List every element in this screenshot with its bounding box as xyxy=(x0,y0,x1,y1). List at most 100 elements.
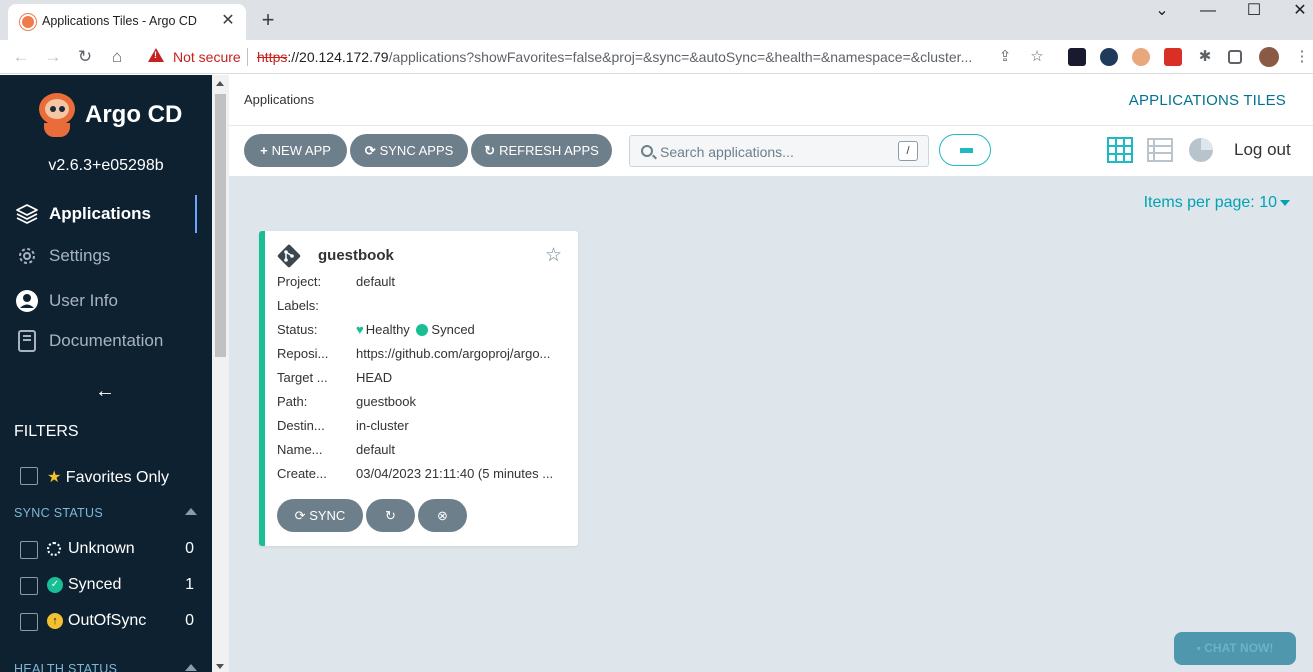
check-circle-icon xyxy=(416,324,429,336)
browser-tab-bar: Applications Tiles - Argo CD ✕ + ⌄ — ☐ ✕ xyxy=(0,0,1313,40)
field-path: Path: guestbook xyxy=(277,394,416,409)
filters-title: FILTERS xyxy=(14,423,79,440)
sidebar-item-documentation[interactable]: Documentation xyxy=(0,322,197,360)
collapse-caret-icon[interactable] xyxy=(185,508,197,515)
collapse-sidebar-arrow-icon[interactable]: ← xyxy=(94,380,116,402)
page-title: APPLICATIONS TILES xyxy=(1128,92,1286,109)
app-name[interactable]: guestbook xyxy=(318,247,394,264)
favorites-checkbox[interactable] xyxy=(20,467,38,485)
tiles-view-icon[interactable] xyxy=(1107,137,1133,163)
ruler-icon xyxy=(960,148,973,153)
sync-apps-button[interactable]: ⟳ SYNC APPS xyxy=(350,134,468,167)
extension-3-icon[interactable] xyxy=(1132,48,1150,66)
filter-count: 1 xyxy=(185,576,194,593)
close-circle-icon: ⊗ xyxy=(437,508,448,523)
filters-toggle-button[interactable] xyxy=(939,134,991,166)
items-per-page-dropdown[interactable]: Items per page: 10 xyxy=(1144,194,1290,212)
arrow-up-circle-icon: ↑ xyxy=(47,613,63,629)
field-repository: Reposi... https://github.com/argoproj/arg… xyxy=(277,346,551,361)
plus-icon: + xyxy=(260,143,268,158)
minimize-icon[interactable]: — xyxy=(1198,2,1218,20)
react-devtools-icon[interactable] xyxy=(1100,48,1118,66)
sync-status-title: SYNC STATUS xyxy=(14,506,103,520)
extensions-puzzle-icon[interactable]: ✱ xyxy=(1196,48,1214,66)
star-icon: ★ xyxy=(47,469,62,486)
not-secure-label[interactable]: Not secure xyxy=(173,49,241,65)
filter-count: 0 xyxy=(185,612,194,629)
filter-synced[interactable]: ✓ Synced 1 xyxy=(0,574,212,598)
sidebar-item-label: Settings xyxy=(49,246,111,265)
maximize-icon[interactable]: ☐ xyxy=(1244,2,1264,20)
sidebar: Argo CD v2.6.3+e05298b Applications Sett… xyxy=(0,75,212,672)
collapse-caret-icon[interactable] xyxy=(185,664,197,671)
book-icon xyxy=(18,330,36,352)
git-icon xyxy=(277,244,301,268)
summary-pie-icon[interactable] xyxy=(1188,137,1214,163)
filter-checkbox[interactable] xyxy=(20,541,38,559)
sync-icon: ⟳ xyxy=(364,143,376,158)
filter-label: Synced xyxy=(68,576,122,593)
reload-icon[interactable]: ↻ xyxy=(73,45,97,69)
sidebar-item-label: User Info xyxy=(49,291,118,310)
page-header: Applications APPLICATIONS TILES xyxy=(229,75,1313,126)
delete-button[interactable]: ⊗ xyxy=(418,499,467,532)
search-icon xyxy=(641,145,653,157)
filter-outofsync[interactable]: ↑ OutOfSync 0 xyxy=(0,610,212,634)
search-input[interactable] xyxy=(660,142,890,162)
sidebar-item-user-info[interactable]: User Info xyxy=(0,282,197,320)
new-tab-button[interactable]: + xyxy=(256,8,280,32)
gear-icon xyxy=(19,248,35,264)
tab-title: Applications Tiles - Argo CD xyxy=(42,14,197,28)
refresh-apps-button[interactable]: ↻ REFRESH APPS xyxy=(471,134,612,167)
pdf-extension-icon[interactable] xyxy=(1164,48,1182,66)
brand-name: Argo CD xyxy=(85,101,183,128)
filter-label: Unknown xyxy=(68,540,135,557)
list-view-icon[interactable] xyxy=(1147,137,1173,163)
logout-link[interactable]: Log out xyxy=(1234,140,1291,160)
profile-avatar[interactable] xyxy=(1259,47,1279,67)
new-app-button[interactable]: + NEW APP xyxy=(244,134,347,167)
breadcrumb[interactable]: Applications xyxy=(244,92,314,107)
sidebar-item-settings[interactable]: Settings xyxy=(0,237,197,275)
filter-checkbox[interactable] xyxy=(20,613,38,631)
browser-menu-icon[interactable]: ⋮ xyxy=(1292,47,1312,67)
refresh-icon: ↻ xyxy=(385,508,396,523)
extension-1-icon[interactable] xyxy=(1068,48,1086,66)
toolbar: +NEW APP ⟳SYNC APPS ↻REFRESH APPS / Log … xyxy=(229,126,1313,176)
chat-now-button[interactable]: ▪ CHAT NOW! xyxy=(1174,632,1296,665)
sync-button[interactable]: ⟳ SYNC xyxy=(277,499,363,532)
omnibox[interactable]: Not secure https://20.124.172.79/applica… xyxy=(140,43,1055,71)
filter-count: 0 xyxy=(185,540,194,557)
browser-tab[interactable]: Applications Tiles - Argo CD ✕ xyxy=(8,4,246,40)
url-text[interactable]: https://20.124.172.79/applications?showF… xyxy=(257,49,982,65)
sidebar-item-applications[interactable]: Applications xyxy=(0,195,197,233)
application-card[interactable]: guestbook ☆ Project: default Labels: Stat… xyxy=(259,231,578,546)
close-window-icon[interactable]: ✕ xyxy=(1290,2,1310,20)
share-icon[interactable]: ⇪ xyxy=(995,47,1015,67)
scroll-up-icon[interactable] xyxy=(216,81,224,86)
filter-unknown[interactable]: Unknown 0 xyxy=(0,538,212,562)
field-project: Project: default xyxy=(277,274,396,289)
side-panel-icon[interactable] xyxy=(1228,50,1242,64)
tab-search-chevron-icon[interactable]: ⌄ xyxy=(1152,2,1172,20)
scroll-thumb[interactable] xyxy=(215,94,226,357)
argo-logo-icon[interactable] xyxy=(38,93,76,139)
sync-status: Synced xyxy=(431,322,475,337)
search-box[interactable]: / xyxy=(629,135,929,167)
filter-checkbox[interactable] xyxy=(20,577,38,595)
keyboard-shortcut-badge: / xyxy=(898,141,918,161)
scroll-down-icon[interactable] xyxy=(216,664,224,669)
refresh-icon: ↻ xyxy=(484,143,496,158)
field-namespace: Name... default xyxy=(277,442,396,457)
forward-arrow-icon[interactable]: → xyxy=(41,45,65,69)
home-icon[interactable]: ⌂ xyxy=(105,45,129,69)
close-tab-icon[interactable]: ✕ xyxy=(218,11,238,31)
bookmark-star-icon[interactable]: ☆ xyxy=(1027,47,1047,67)
argo-favicon-icon xyxy=(20,14,36,30)
filter-label: OutOfSync xyxy=(68,612,147,629)
sidebar-scrollbar[interactable] xyxy=(212,75,229,672)
refresh-button[interactable]: ↻ xyxy=(366,499,415,532)
back-arrow-icon[interactable]: ← xyxy=(9,45,33,69)
health-status: Healthy xyxy=(365,322,410,337)
favorite-star-icon[interactable]: ☆ xyxy=(545,244,562,267)
